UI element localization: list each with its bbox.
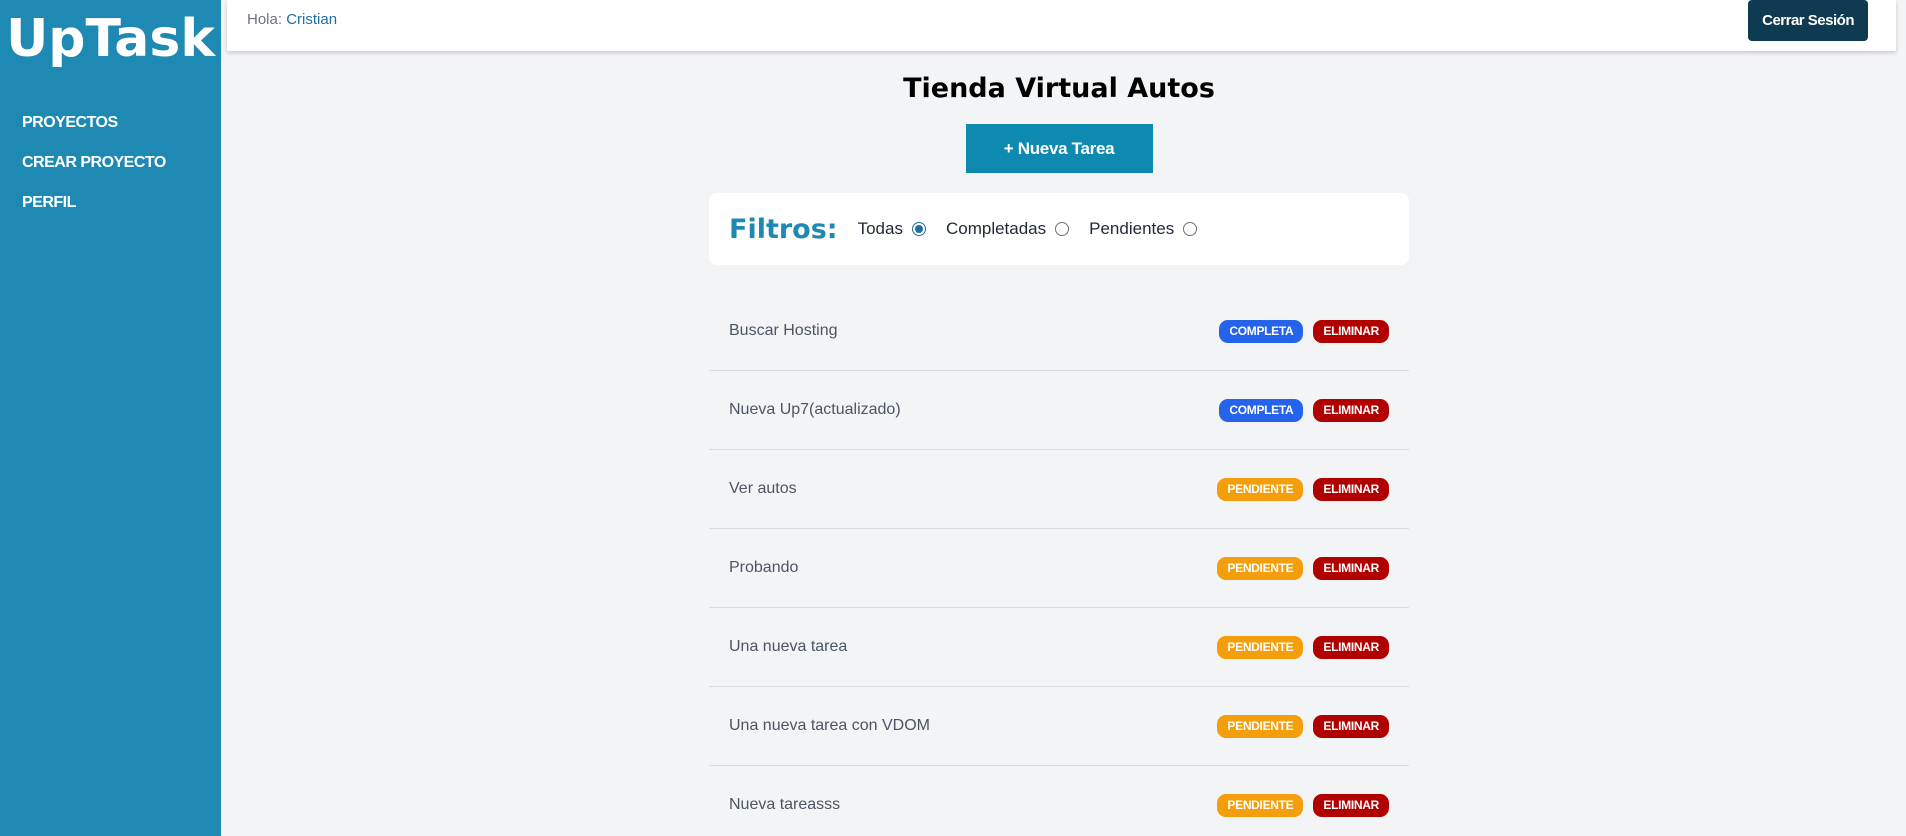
sidebar-item-perfil[interactable]: PERFIL	[22, 194, 221, 212]
task-row: Nueva tareasss PENDIENTE ELIMINAR	[709, 766, 1409, 836]
delete-task-button[interactable]: ELIMINAR	[1313, 793, 1389, 817]
task-actions: COMPLETA ELIMINAR	[1209, 319, 1389, 343]
status-pending-button[interactable]: PENDIENTE	[1217, 635, 1304, 659]
delete-task-button[interactable]: ELIMINAR	[1313, 635, 1389, 659]
greeting: Hola: Cristian	[247, 11, 337, 28]
delete-task-button[interactable]: ELIMINAR	[1313, 714, 1389, 738]
task-row: Una nueva tarea con VDOM PENDIENTE ELIMI…	[709, 687, 1409, 766]
greeting-label: Hola:	[247, 11, 283, 28]
task-name: Ver autos	[729, 480, 797, 497]
status-pending-button[interactable]: PENDIENTE	[1217, 714, 1304, 738]
task-row: Nueva Up7(actualizado) COMPLETA ELIMINAR	[709, 371, 1409, 450]
logo: UpTask	[6, 9, 215, 69]
topbar: Hola: Cristian Cerrar Sesión	[227, 0, 1896, 51]
status-pending-button[interactable]: PENDIENTE	[1217, 556, 1304, 580]
task-actions: PENDIENTE ELIMINAR	[1207, 477, 1389, 501]
status-pending-button[interactable]: PENDIENTE	[1217, 793, 1304, 817]
filters-panel: Filtros: Todas Completadas Pendientes	[709, 193, 1409, 265]
user-name: Cristian	[286, 11, 338, 28]
filter-todas[interactable]: Todas	[858, 219, 926, 239]
task-name: Probando	[729, 559, 799, 576]
task-row: Ver autos PENDIENTE ELIMINAR	[709, 450, 1409, 529]
sidebar-nav: PROYECTOS CREAR PROYECTO PERFIL	[0, 114, 221, 212]
status-complete-button[interactable]: COMPLETA	[1219, 319, 1304, 343]
sidebar-item-proyectos[interactable]: PROYECTOS	[22, 114, 221, 132]
task-actions: PENDIENTE ELIMINAR	[1207, 556, 1389, 580]
app: UpTask PROYECTOS CREAR PROYECTO PERFIL H…	[0, 0, 1906, 836]
main: Hola: Cristian Cerrar Sesión Tienda Virt…	[221, 0, 1906, 836]
delete-task-button[interactable]: ELIMINAR	[1313, 398, 1389, 422]
task-name: Nueva Up7(actualizado)	[729, 401, 901, 418]
task-actions: PENDIENTE ELIMINAR	[1207, 793, 1389, 817]
task-actions: COMPLETA ELIMINAR	[1209, 398, 1389, 422]
radio-checked-icon[interactable]	[911, 222, 926, 236]
page-title: Tienda Virtual Autos	[903, 73, 1215, 104]
filter-label: Pendientes	[1089, 219, 1175, 238]
new-task-wrapper: + Nueva Tarea	[709, 124, 1409, 173]
delete-task-button[interactable]: ELIMINAR	[1313, 319, 1389, 343]
task-name: Una nueva tarea	[729, 638, 848, 655]
sidebar-item-crear-proyecto[interactable]: CREAR PROYECTO	[22, 154, 221, 172]
radio-unchecked-icon[interactable]	[1183, 222, 1198, 236]
delete-task-button[interactable]: ELIMINAR	[1313, 556, 1389, 580]
task-actions: PENDIENTE ELIMINAR	[1207, 714, 1389, 738]
task-row: Una nueva tarea PENDIENTE ELIMINAR	[709, 608, 1409, 687]
project-content: Tienda Virtual Autos + Nueva Tarea Filtr…	[709, 73, 1409, 836]
task-name: Nueva tareasss	[729, 796, 841, 813]
status-complete-button[interactable]: COMPLETA	[1219, 398, 1304, 422]
delete-task-button[interactable]: ELIMINAR	[1313, 477, 1389, 501]
filter-completadas[interactable]: Completadas	[945, 219, 1070, 239]
task-row: Probando PENDIENTE ELIMINAR	[709, 529, 1409, 608]
sidebar: UpTask PROYECTOS CREAR PROYECTO PERFIL	[0, 0, 221, 836]
filters-title: Filtros:	[729, 213, 838, 245]
task-name: Una nueva tarea con VDOM	[729, 717, 930, 734]
new-task-button[interactable]: + Nueva Tarea	[965, 124, 1153, 173]
filter-label: Todas	[857, 219, 903, 238]
task-row: Buscar Hosting COMPLETA ELIMINAR	[709, 292, 1409, 371]
status-pending-button[interactable]: PENDIENTE	[1217, 477, 1304, 501]
radio-unchecked-icon[interactable]	[1055, 222, 1070, 236]
task-list: Buscar Hosting COMPLETA ELIMINAR Nueva U…	[709, 292, 1409, 836]
filter-pendientes[interactable]: Pendientes	[1089, 219, 1198, 239]
filter-label: Completadas	[945, 219, 1047, 238]
task-actions: PENDIENTE ELIMINAR	[1207, 635, 1389, 659]
task-name: Buscar Hosting	[729, 322, 838, 339]
logout-button[interactable]: Cerrar Sesión	[1748, 0, 1868, 41]
